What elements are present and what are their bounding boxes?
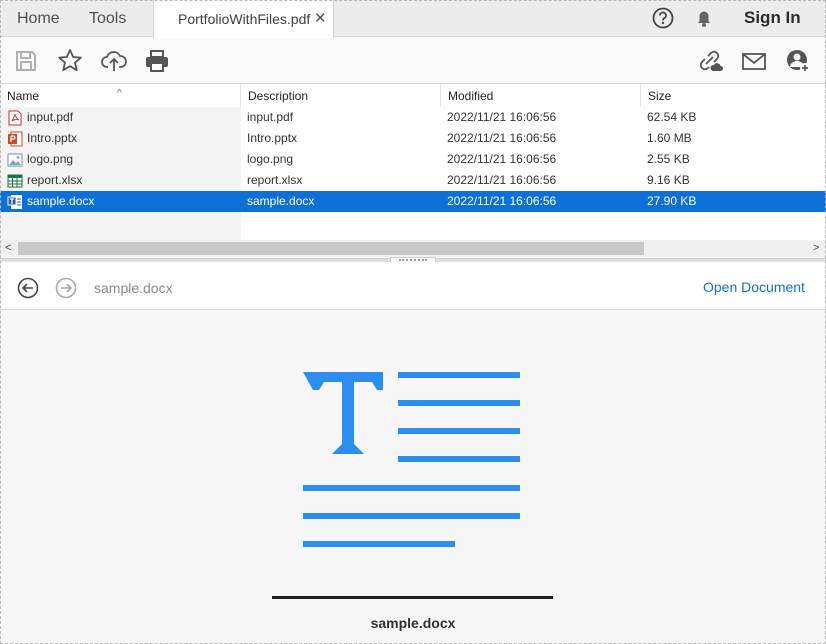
table-row-selected[interactable]: sample.docx sample.docx 2022/11/21 16:06… xyxy=(0,191,826,212)
file-name: sample.docx xyxy=(27,194,95,208)
file-description: report.xlsx xyxy=(247,173,303,187)
file-description: sample.docx xyxy=(247,194,315,208)
toolbar xyxy=(0,38,826,84)
file-size: 27.90 KB xyxy=(647,194,697,208)
column-header-modified[interactable]: Modified xyxy=(441,84,641,107)
current-file-label: sample.docx xyxy=(94,280,173,296)
column-header-description[interactable]: Description xyxy=(241,84,441,107)
file-name: Intro.pptx xyxy=(27,131,78,145)
file-name: logo.png xyxy=(27,152,74,166)
table-row[interactable]: input.pdf input.pdf 2022/11/21 16:06:56 … xyxy=(0,107,826,128)
column-header-name[interactable]: Name ^ xyxy=(0,84,241,107)
scrollbar-thumb[interactable] xyxy=(18,242,644,255)
file-size: 9.16 KB xyxy=(647,173,690,187)
sort-ascending-icon: ^ xyxy=(117,88,122,99)
forward-arrow-icon[interactable] xyxy=(55,277,77,299)
file-description: Intro.pptx xyxy=(247,131,298,145)
print-icon[interactable] xyxy=(143,47,171,75)
file-description: logo.png xyxy=(247,152,294,166)
share-link-icon[interactable] xyxy=(696,47,724,75)
file-size: 62.54 KB xyxy=(647,110,697,124)
column-header-size[interactable]: Size xyxy=(641,84,826,107)
file-size: 2.55 KB xyxy=(647,152,690,166)
scroll-left-arrow-icon[interactable]: < xyxy=(5,240,11,257)
word-document-thumbnail-icon xyxy=(303,372,520,547)
pptx-file-icon xyxy=(8,131,23,147)
preview-nav-bar: sample.docx Open Document xyxy=(0,262,826,310)
pdf-file-icon xyxy=(8,110,22,126)
star-icon[interactable] xyxy=(56,47,84,75)
document-preview-pane: sample.docx xyxy=(0,310,826,644)
top-menu-bar: Home Tools PortfolioWithFiles.pdf ✕ Sign… xyxy=(0,0,826,38)
file-modified: 2022/11/21 16:06:56 xyxy=(447,194,557,208)
horizontal-scrollbar[interactable]: < > xyxy=(0,240,826,257)
notifications-bell-icon[interactable] xyxy=(693,7,715,29)
file-modified: 2022/11/21 16:06:56 xyxy=(447,131,557,145)
file-name: input.pdf xyxy=(27,110,74,124)
document-tab-title: PortfolioWithFiles.pdf xyxy=(178,11,311,27)
file-size: 1.60 MB xyxy=(647,131,692,145)
portfolio-file-table: Name ^ Description Modified Size input.p… xyxy=(0,84,826,258)
close-tab-icon[interactable]: ✕ xyxy=(314,9,327,27)
table-row[interactable]: report.xlsx report.xlsx 2022/11/21 16:06… xyxy=(0,170,826,191)
xlsx-file-icon xyxy=(7,174,23,188)
table-header: Name ^ Description Modified Size xyxy=(0,84,826,107)
tools-tab[interactable]: Tools xyxy=(89,0,126,37)
back-arrow-icon[interactable] xyxy=(17,277,39,299)
file-name: report.xlsx xyxy=(27,173,83,187)
preview-filename: sample.docx xyxy=(370,615,456,631)
file-description: input.pdf xyxy=(247,110,294,124)
file-modified: 2022/11/21 16:06:56 xyxy=(447,110,557,124)
save-icon[interactable] xyxy=(12,47,40,75)
add-user-icon[interactable] xyxy=(784,47,812,75)
open-document-link[interactable]: Open Document xyxy=(703,279,805,295)
upload-cloud-icon[interactable] xyxy=(100,47,128,75)
preview-divider xyxy=(272,596,553,599)
column-header-label: Name xyxy=(7,89,40,103)
table-row[interactable]: logo.png logo.png 2022/11/21 16:06:56 2.… xyxy=(0,149,826,170)
scroll-right-arrow-icon[interactable]: > xyxy=(813,240,819,257)
mail-icon[interactable] xyxy=(740,47,768,75)
help-icon[interactable] xyxy=(652,7,674,29)
image-file-icon xyxy=(7,153,23,167)
sign-in-button[interactable]: Sign In xyxy=(744,8,801,28)
home-tab[interactable]: Home xyxy=(17,0,60,37)
docx-file-icon xyxy=(7,195,22,209)
file-modified: 2022/11/21 16:06:56 xyxy=(447,173,557,187)
document-tab[interactable]: PortfolioWithFiles.pdf ✕ xyxy=(153,0,334,38)
table-row[interactable]: Intro.pptx Intro.pptx 2022/11/21 16:06:5… xyxy=(0,128,826,149)
file-modified: 2022/11/21 16:06:56 xyxy=(447,152,557,166)
